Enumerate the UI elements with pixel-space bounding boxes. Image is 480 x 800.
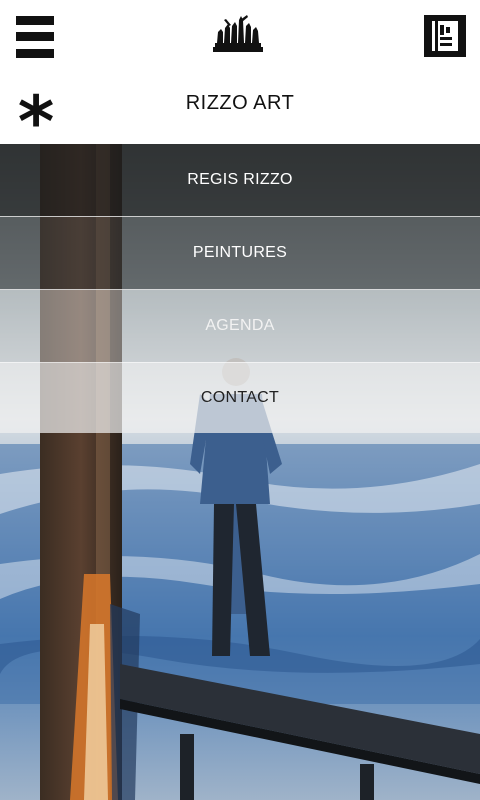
book-icon[interactable] bbox=[424, 15, 466, 57]
menu-item-contact[interactable]: CONTACT bbox=[0, 363, 480, 433]
statue-group-logo[interactable] bbox=[211, 14, 265, 54]
menu-item-regis-rizzo[interactable]: REGIS RIZZO bbox=[0, 144, 480, 217]
hamburger-menu-icon[interactable] bbox=[16, 16, 54, 58]
site-title: RIZZO ART bbox=[185, 92, 295, 114]
header-bar: * RIZZO ART bbox=[0, 0, 480, 144]
main-menu: REGIS RIZZO PEINTURES AGENDA CONTACT bbox=[0, 144, 480, 433]
menu-item-agenda[interactable]: AGENDA bbox=[0, 290, 480, 363]
menu-item-peintures[interactable]: PEINTURES bbox=[0, 217, 480, 290]
